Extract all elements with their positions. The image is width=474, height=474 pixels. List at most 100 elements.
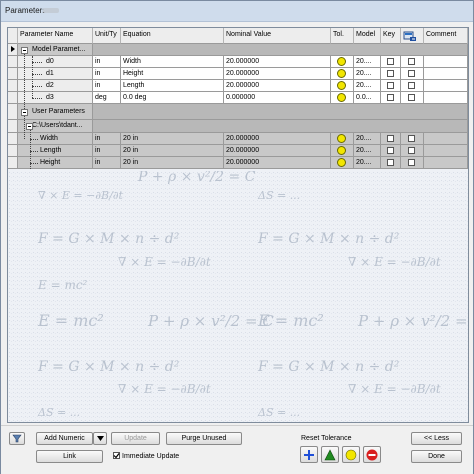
param-name-cell[interactable]: d1 [18,68,93,80]
less-button[interactable]: << Less [411,432,462,445]
tolerance-upper-button[interactable] [300,446,318,463]
group-row-user-parameters[interactable]: User Parameters [8,104,468,120]
param-equation-cell[interactable]: 20 in [121,145,224,157]
key-checkbox[interactable] [387,70,394,77]
row-selector[interactable] [8,80,18,92]
param-comment-cell[interactable] [424,92,468,104]
param-export-cell[interactable] [401,133,424,145]
param-key-cell[interactable] [381,68,401,80]
key-checkbox[interactable] [387,58,394,65]
export-checkbox[interactable] [408,159,415,166]
tolerance-nominal-button[interactable] [342,446,360,463]
param-key-cell[interactable] [381,145,401,157]
immediate-update-checkbox[interactable] [113,452,120,459]
export-checkbox[interactable] [408,58,415,65]
col-header-comment[interactable]: Comment [424,28,468,44]
table-row[interactable]: Height in 20 in 20.000000 20.... [8,157,468,169]
row-selector[interactable] [8,44,18,56]
tolerance-lower-button[interactable] [363,446,381,463]
export-checkbox[interactable] [408,135,415,142]
param-tol-cell[interactable] [331,80,354,92]
table-row[interactable]: Length in 20 in 20.000000 20.... [8,145,468,157]
row-selector[interactable] [8,133,18,145]
param-equation-cell[interactable]: 20 in [121,157,224,169]
purge-unused-button[interactable]: Purge Unused [166,432,242,445]
param-unit-cell[interactable]: in [93,133,121,145]
param-export-cell[interactable] [401,145,424,157]
param-comment-cell[interactable] [424,133,468,145]
collapse-model-icon[interactable] [21,47,28,54]
param-key-cell[interactable] [381,56,401,68]
export-checkbox[interactable] [408,147,415,154]
param-export-cell[interactable] [401,80,424,92]
param-name-cell[interactable]: d0 [18,56,93,68]
row-selector[interactable] [8,56,18,68]
param-equation-cell[interactable]: Width [121,56,224,68]
col-header-equation[interactable]: Equation [121,28,224,44]
collapse-user-icon[interactable] [21,109,28,116]
done-button[interactable]: Done [411,450,462,463]
tolerance-yellow-circle-icon[interactable] [337,146,346,155]
param-equation-cell[interactable]: Length [121,80,224,92]
tolerance-yellow-circle-icon[interactable] [337,81,346,90]
col-header-key[interactable]: Key [381,28,401,44]
tolerance-yellow-circle-icon[interactable] [337,158,346,167]
table-row[interactable]: d0 in Width 20.000000 20.... [8,56,468,68]
param-equation-cell[interactable]: 0.0 deg [121,92,224,104]
col-header-nominal[interactable]: Nominal Value [224,28,331,44]
export-checkbox[interactable] [408,94,415,101]
key-checkbox[interactable] [387,94,394,101]
param-name-cell[interactable]: d2 [18,80,93,92]
param-comment-cell[interactable] [424,56,468,68]
param-unit-cell[interactable]: in [93,68,121,80]
add-numeric-button[interactable]: Add Numeric [36,432,93,445]
param-tol-cell[interactable] [331,92,354,104]
update-button[interactable]: Update [111,432,160,445]
link-button[interactable]: Link [36,450,103,463]
export-checkbox[interactable] [408,82,415,89]
row-selector[interactable] [8,120,18,133]
param-unit-cell[interactable]: deg [93,92,121,104]
col-header-unit[interactable]: Unit/Ty [93,28,121,44]
param-tol-cell[interactable] [331,133,354,145]
row-selector[interactable] [8,145,18,157]
param-name-cell[interactable]: d3 [18,92,93,104]
group-row-model-parameters[interactable]: Model Paramet... [8,44,468,56]
param-tol-cell[interactable] [331,157,354,169]
tolerance-yellow-circle-icon[interactable] [337,69,346,78]
col-header-model[interactable]: Model [354,28,381,44]
tolerance-yellow-circle-icon[interactable] [337,57,346,66]
export-checkbox[interactable] [408,70,415,77]
row-selector[interactable] [8,157,18,169]
table-row[interactable]: d1 in Height 20.000000 20.... [8,68,468,80]
col-header-export[interactable] [401,28,424,44]
row-selector[interactable] [8,92,18,104]
key-checkbox[interactable] [387,159,394,166]
key-checkbox[interactable] [387,135,394,142]
row-selector[interactable] [8,68,18,80]
param-key-cell[interactable] [381,157,401,169]
param-export-cell[interactable] [401,56,424,68]
tolerance-yellow-circle-icon[interactable] [337,134,346,143]
add-dropdown-button[interactable] [93,432,107,445]
tolerance-median-button[interactable] [321,446,339,463]
param-unit-cell[interactable]: in [93,80,121,92]
param-key-cell[interactable] [381,92,401,104]
param-equation-cell[interactable]: Height [121,68,224,80]
col-header-tol[interactable]: Tol. [331,28,354,44]
param-comment-cell[interactable] [424,145,468,157]
param-key-cell[interactable] [381,133,401,145]
tolerance-yellow-circle-icon[interactable] [337,93,346,102]
col-header-name[interactable]: Parameter Name [18,28,93,44]
param-unit-cell[interactable]: in [93,157,121,169]
param-key-cell[interactable] [381,80,401,92]
param-export-cell[interactable] [401,92,424,104]
group-row-user-file[interactable]: C:\Users\tdant... [8,120,468,133]
collapse-file-icon[interactable] [26,123,33,130]
key-checkbox[interactable] [387,147,394,154]
table-row[interactable]: d2 in Length 20.000000 20.... [8,80,468,92]
key-checkbox[interactable] [387,82,394,89]
param-tol-cell[interactable] [331,68,354,80]
param-tol-cell[interactable] [331,145,354,157]
param-comment-cell[interactable] [424,68,468,80]
